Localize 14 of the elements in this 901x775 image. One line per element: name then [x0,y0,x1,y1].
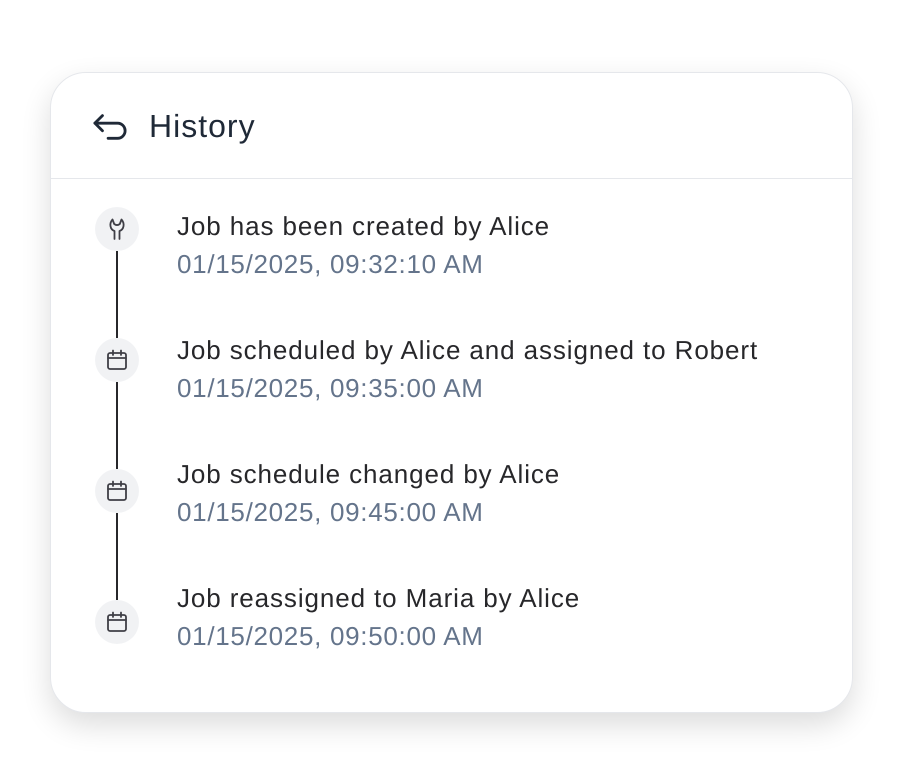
wrench-icon [95,207,139,251]
event-description: Job schedule changed by Alice [177,458,560,490]
calendar-icon [95,469,139,513]
calendar-icon [95,338,139,382]
event-description: Job has been created by Alice [177,210,550,242]
back-arrow-icon[interactable] [93,112,127,140]
history-title: History [149,106,256,144]
event-timestamp: 01/15/2025, 09:32:10 AM [177,248,484,280]
event-timestamp: 01/15/2025, 09:45:00 AM [177,496,484,528]
event-description: Job reassigned to Maria by Alice [177,582,580,614]
event-timestamp: 01/15/2025, 09:35:00 AM [177,372,484,404]
event-description: Job scheduled by Alice and assigned to Robert [177,334,758,366]
calendar-icon [95,600,139,644]
event-timestamp: 01/15/2025, 09:50:00 AM [177,620,484,652]
